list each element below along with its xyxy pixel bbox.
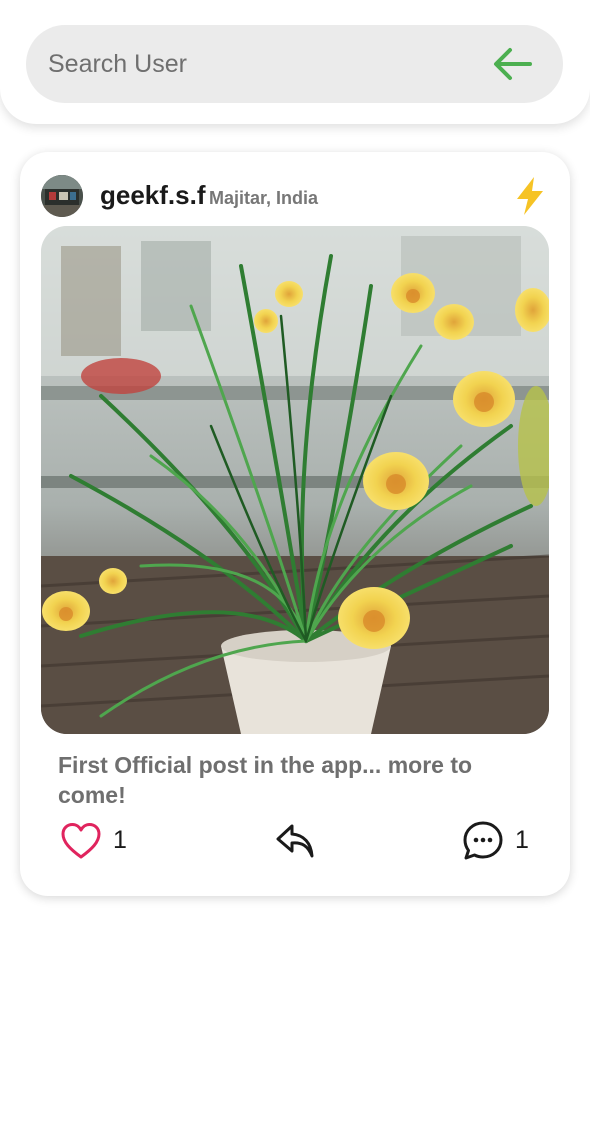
avatar[interactable] [41,175,83,217]
top-bar [0,0,590,124]
like-count: 1 [113,826,127,854]
reply-arrow-icon[interactable] [275,822,315,860]
post-location: Majitar, India [209,188,319,208]
arrow-left-icon [494,48,532,80]
post-caption: First Official post in the app... more t… [58,752,473,808]
lightning-bolt-icon[interactable] [513,176,547,216]
post-image[interactable] [41,226,549,734]
heart-outline-icon[interactable] [60,822,102,860]
back-button[interactable] [491,42,535,86]
search-bar [26,25,563,103]
search-input[interactable] [26,25,491,103]
post-username[interactable]: geekf.s.f [100,180,206,211]
post-card: geekf.s.f Majitar, India First Official … [20,152,570,896]
comment-count: 1 [515,826,529,854]
chat-bubble-dots-icon[interactable] [462,820,504,862]
